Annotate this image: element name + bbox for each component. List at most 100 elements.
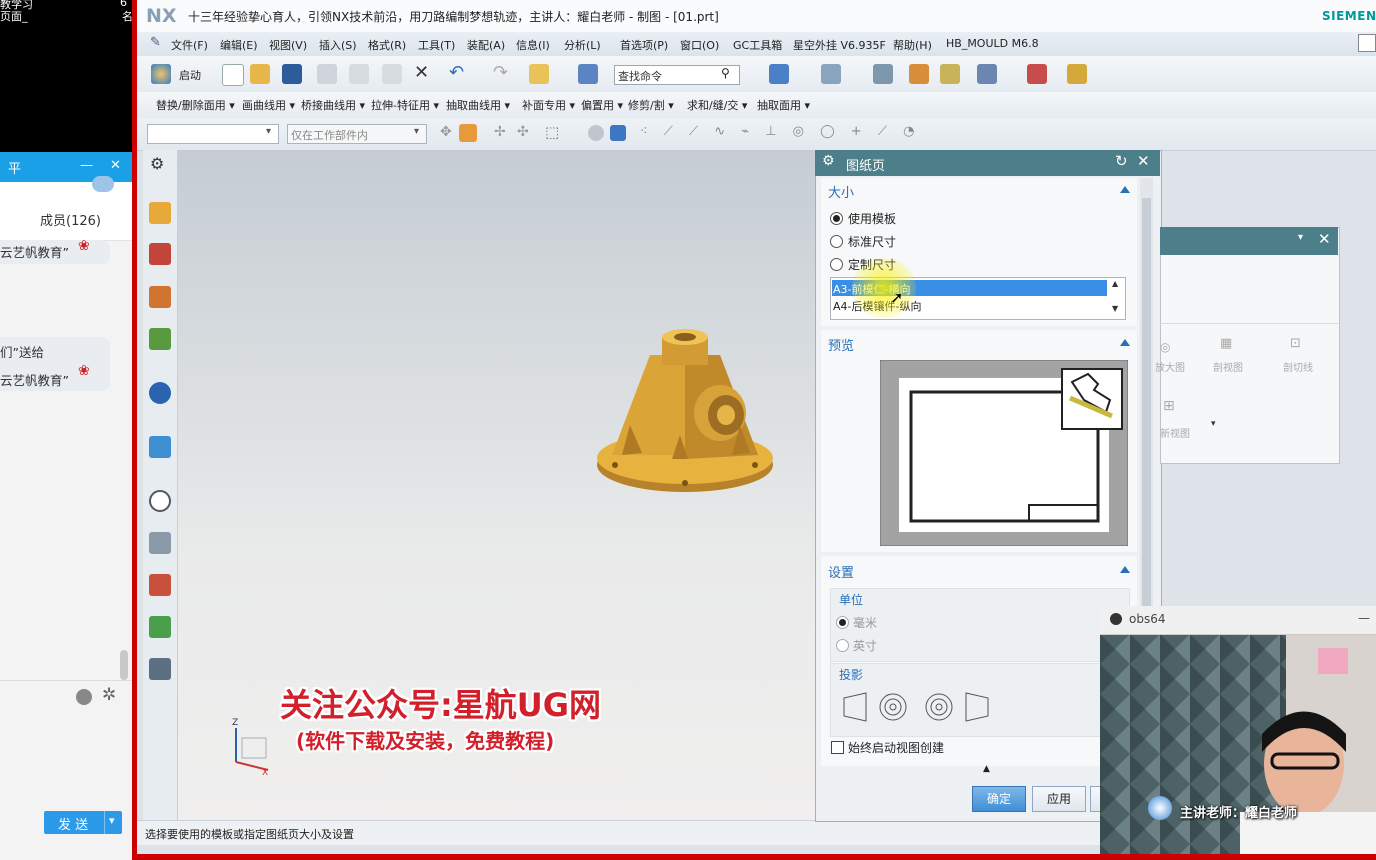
chat-scrollbar[interactable]	[120, 650, 128, 680]
menu-insert[interactable]: 插入(S)	[319, 37, 357, 53]
pin-icon[interactable]: 平	[8, 158, 21, 177]
info-icon[interactable]	[578, 64, 598, 84]
close-icon[interactable]: ✕	[1318, 230, 1331, 248]
cut-icon[interactable]	[317, 64, 337, 84]
tb-offset[interactable]: 偏置用 ▾	[581, 97, 623, 113]
menu-info[interactable]: 信息(I)	[516, 37, 550, 53]
menu-edit[interactable]: 编辑(E)	[220, 37, 258, 53]
assembly-navigator-icon[interactable]	[149, 243, 171, 265]
custom-size-radio[interactable]	[830, 258, 843, 271]
menu-tools[interactable]: 工具(T)	[418, 37, 455, 53]
mm-radio[interactable]	[836, 616, 849, 629]
section-view-label[interactable]: 剖视图	[1213, 359, 1243, 374]
scroll-down-icon[interactable]: ▼	[1112, 304, 1118, 313]
use-template-radio[interactable]	[830, 212, 843, 225]
clock-icon[interactable]	[149, 490, 171, 512]
gear-icon[interactable]: ⚙	[150, 154, 164, 173]
notice-icon[interactable]	[92, 176, 114, 192]
expand-more-icon[interactable]: ▲	[983, 764, 990, 774]
chevron-down-icon[interactable]: ▾	[1298, 232, 1303, 243]
members-tab[interactable]: 成员(126)	[40, 210, 101, 229]
collapse-icon[interactable]	[1120, 566, 1130, 573]
paste-icon[interactable]	[382, 64, 402, 84]
send-dropdown-icon[interactable]: ▾	[109, 814, 115, 827]
apply-button[interactable]: 应用	[1032, 786, 1086, 812]
insert-icon[interactable]	[529, 64, 549, 84]
menu-view[interactable]: 视图(V)	[269, 37, 307, 53]
snap-icons[interactable]: ⁖ ⟋ ⟋ ∿ ⌁ ⊥ ◎ ◯ + ⟋ ◔	[640, 124, 920, 139]
settings-section-title[interactable]: 设置	[828, 562, 854, 581]
standard-size-label[interactable]: 标准尺寸	[848, 233, 896, 250]
palette-icon[interactable]	[149, 574, 171, 596]
undo-icon[interactable]: ↶	[449, 62, 464, 83]
snap-icon[interactable]	[977, 64, 997, 84]
menu-assembly[interactable]: 装配(A)	[467, 37, 505, 53]
detail-view-icon[interactable]: ◎	[1160, 340, 1170, 354]
start-icon[interactable]	[151, 64, 171, 84]
always-create-checkbox[interactable]	[831, 741, 844, 754]
sphere-icon[interactable]	[588, 125, 604, 141]
search-icon[interactable]: ⚲	[721, 66, 730, 80]
collapse-icon[interactable]	[1120, 186, 1130, 193]
minimize-button[interactable]: —	[1358, 611, 1370, 625]
menu-gc-toolbox[interactable]: GC工具箱	[733, 37, 782, 53]
new-view-label[interactable]: 新视图	[1160, 425, 1190, 440]
tb-bridge-curve[interactable]: 桥接曲线用 ▾	[301, 97, 365, 113]
menu-file[interactable]: 文件(F)	[171, 37, 208, 53]
measure-icon[interactable]	[1067, 64, 1087, 84]
wcs-icon[interactable]	[1027, 64, 1047, 84]
ok-button[interactable]: 确定	[972, 786, 1026, 812]
view-orient-icon[interactable]	[821, 64, 841, 84]
web-browser-icon[interactable]	[149, 382, 171, 404]
command-search-input[interactable]: 查找命令 ⚲	[614, 65, 740, 85]
snap-point-icon[interactable]	[459, 124, 477, 142]
inch-radio[interactable]	[836, 639, 849, 652]
tb-replace-face[interactable]: 替换/删除面用 ▾	[156, 97, 235, 113]
part-navigator-icon[interactable]	[149, 202, 171, 224]
standard-size-radio[interactable]	[830, 235, 843, 248]
tb-extract-face[interactable]: 抽取面用 ▾	[757, 97, 810, 113]
new-view-icon[interactable]: ⊞	[1163, 398, 1175, 414]
save-icon[interactable]	[282, 64, 302, 84]
menu-analysis[interactable]: 分析(L)	[564, 37, 601, 53]
menu-help[interactable]: 帮助(H)	[893, 37, 932, 53]
tb-trim[interactable]: 修剪/割 ▾	[628, 97, 674, 113]
fit-icon[interactable]	[769, 64, 789, 84]
layer-icon[interactable]	[873, 64, 893, 84]
minimize-button[interactable]: —	[80, 158, 93, 173]
display-icon[interactable]	[909, 64, 929, 84]
rectangle-select-icon[interactable]: ⬚	[545, 123, 559, 141]
scope-select[interactable]: 仅在工作部件内 ▾	[287, 124, 427, 144]
section-view-icon[interactable]: ▦	[1220, 336, 1232, 351]
menu-preferences[interactable]: 首选项(P)	[620, 37, 668, 53]
open-icon[interactable]	[250, 64, 270, 84]
menu-plugin[interactable]: 星空外挂 V6.935F	[793, 37, 886, 53]
reset-icon[interactable]: ↻	[1115, 152, 1128, 170]
chevron-down-icon[interactable]: ▾	[1211, 419, 1216, 429]
menu-window[interactable]: 窗口(O)	[680, 37, 719, 53]
select-icon[interactable]: ✥	[440, 124, 452, 140]
new-icon[interactable]	[222, 64, 244, 86]
cube-icon[interactable]	[610, 125, 626, 141]
tb-extract-curve[interactable]: 抽取曲线用 ▾	[446, 97, 510, 113]
paint-icon[interactable]	[940, 64, 960, 84]
user-icon[interactable]	[76, 689, 92, 705]
preview-section-title[interactable]: 预览	[828, 335, 854, 354]
process-studio-icon[interactable]	[149, 532, 171, 554]
gear-icon[interactable]: ⚙	[822, 153, 835, 169]
history-icon[interactable]	[149, 436, 171, 458]
send-button[interactable]: 发 送 ▾	[44, 811, 122, 834]
use-template-label[interactable]: 使用模板	[848, 210, 896, 227]
always-create-label[interactable]: 始终启动视图创建	[848, 739, 944, 756]
section-line-label[interactable]: 剖切线	[1283, 359, 1313, 374]
tb-draw-curve[interactable]: 画曲线用 ▾	[242, 97, 295, 113]
restore-icon[interactable]	[1358, 34, 1376, 52]
tb-extrude[interactable]: 拉伸-特征用 ▾	[371, 97, 439, 113]
section-line-icon[interactable]: ⊡	[1290, 336, 1301, 351]
tb-unite[interactable]: 求和/缝/交 ▾	[687, 97, 747, 113]
detail-view-label[interactable]: 放大图	[1155, 359, 1185, 374]
mm-label[interactable]: 毫米	[853, 614, 877, 631]
scroll-up-icon[interactable]: ▲	[1112, 279, 1118, 288]
menu-hb-mould[interactable]: HB_MOULD M6.8	[946, 37, 1039, 50]
redo-icon[interactable]: ↷	[493, 62, 508, 83]
